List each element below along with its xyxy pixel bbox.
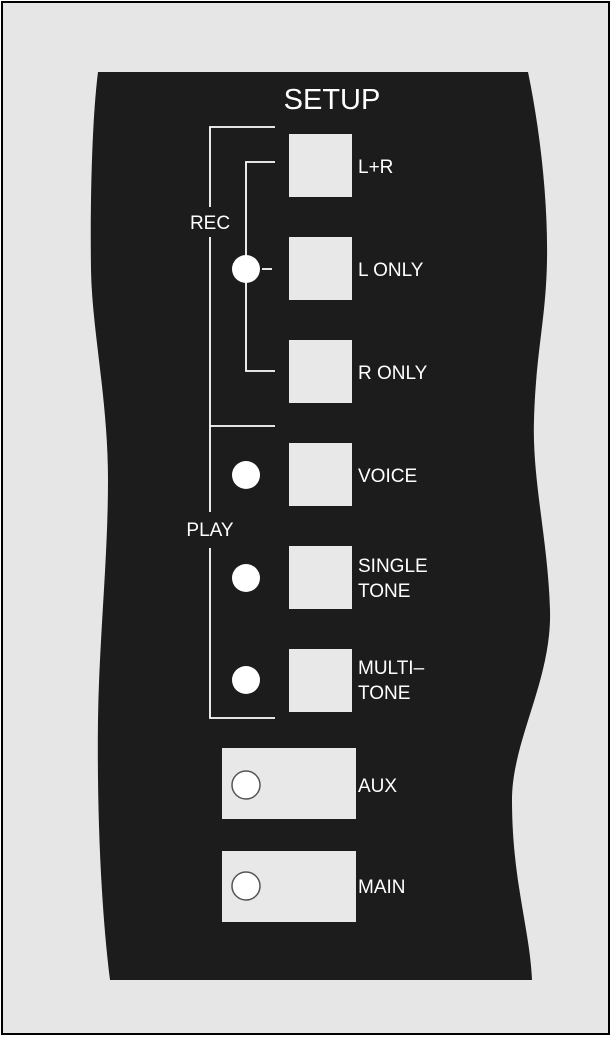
voice-button[interactable]: [289, 443, 352, 506]
control-panel-background: [90, 72, 551, 980]
single-tone-indicator-led: [232, 564, 260, 592]
setup-panel-svg: SETUP REC PLAY L+R L ONLY R ONLY VOICE S…: [1, 1, 610, 1035]
setup-title: SETUP: [284, 84, 381, 116]
main-label: MAIN: [358, 877, 406, 898]
multi-tone-label-line2: TONE: [358, 683, 410, 704]
main-indicator-led: [231, 871, 261, 901]
multi-tone-indicator-led: [232, 666, 260, 694]
single-tone-button[interactable]: [289, 546, 352, 609]
l-plus-r-label: L+R: [358, 157, 393, 178]
rec-channel-indicator-led: [232, 255, 260, 283]
single-tone-label-line2: TONE: [358, 581, 410, 602]
multi-tone-button[interactable]: [289, 649, 352, 712]
l-plus-r-button[interactable]: [289, 134, 352, 197]
voice-label: VOICE: [358, 466, 417, 487]
voice-indicator-led: [232, 461, 260, 489]
r-only-label: R ONLY: [358, 363, 428, 384]
play-group-label: PLAY: [186, 520, 234, 541]
r-only-button[interactable]: [289, 340, 352, 403]
multi-tone-label-line1: MULTI–: [358, 658, 425, 679]
aux-indicator-led: [231, 770, 261, 800]
l-only-label: L ONLY: [358, 260, 424, 281]
aux-label: AUX: [358, 776, 397, 797]
setup-diagram: SETUP REC PLAY L+R L ONLY R ONLY VOICE S…: [0, 0, 611, 1036]
rec-group-label: REC: [190, 213, 230, 234]
l-only-button[interactable]: [289, 237, 352, 300]
single-tone-label-line1: SINGLE: [358, 556, 428, 577]
